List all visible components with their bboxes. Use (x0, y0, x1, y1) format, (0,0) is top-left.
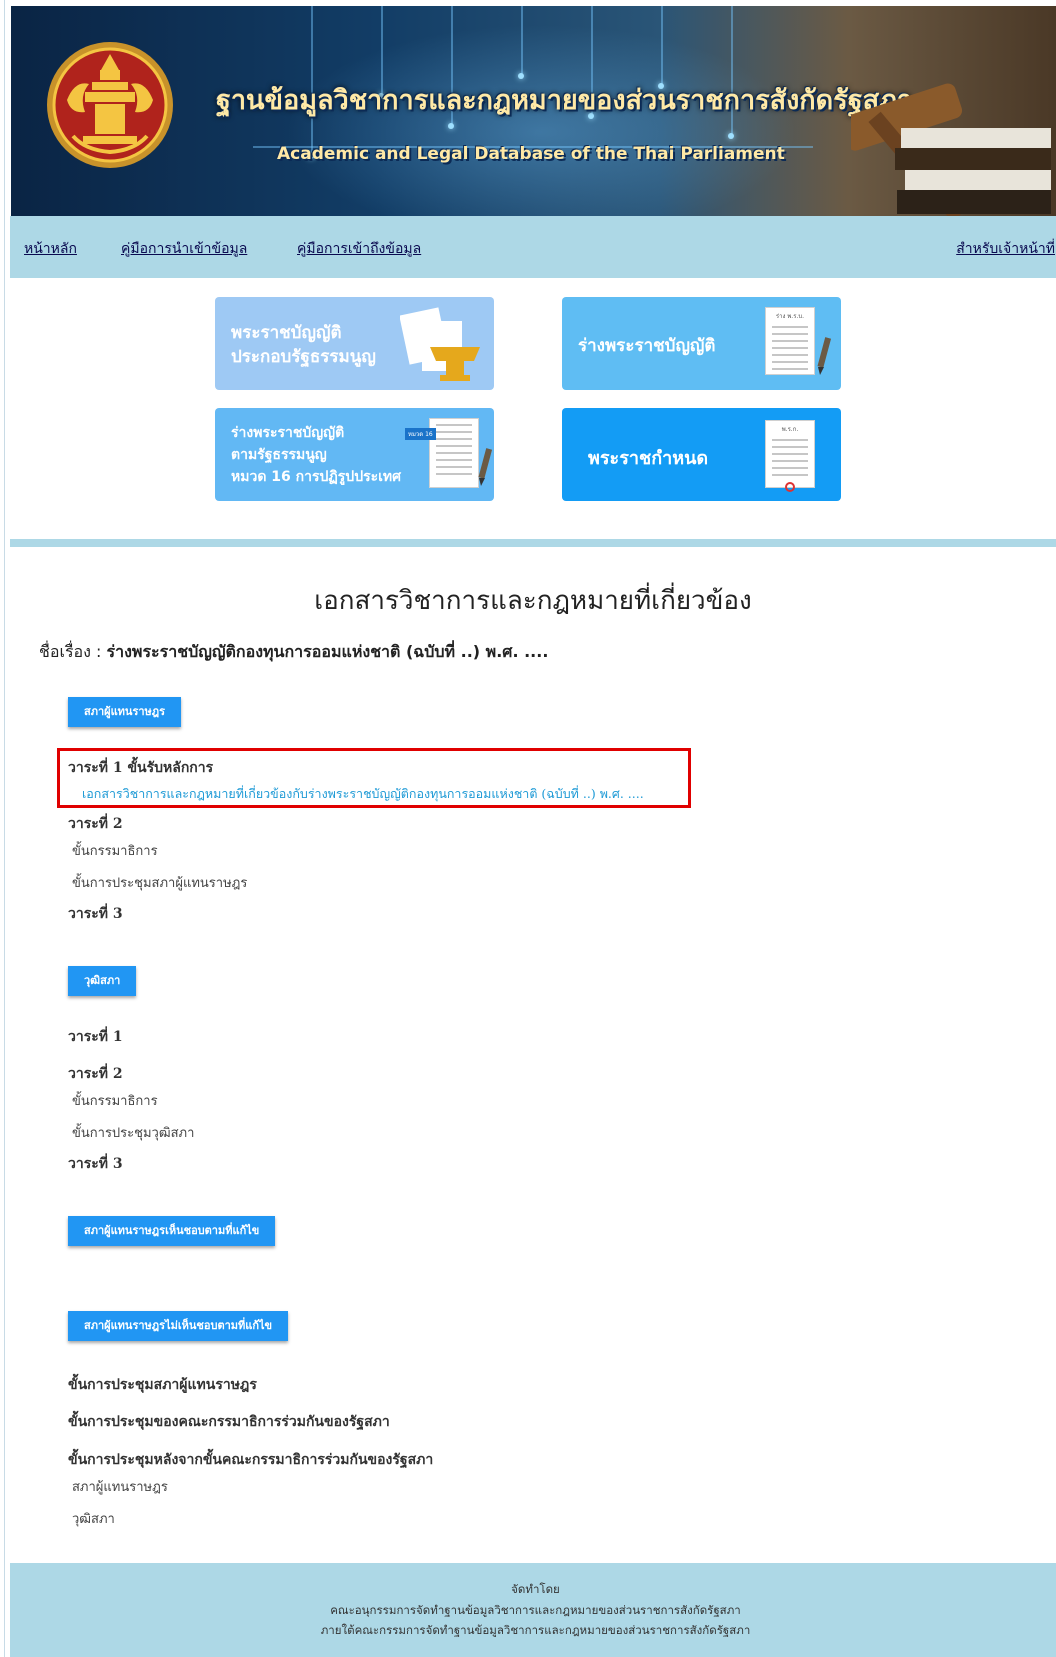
tile-organic-act[interactable]: พระราชบัญญัติ ประกอบรัฐธรรมนูญ (215, 297, 494, 390)
tile-draft-act-chapter16-line3: หมวด 16 การปฏิรูปประเทศ (231, 469, 402, 485)
footer: จัดทำโดย คณะอนุกรรมการจัดทำฐานข้อมูลวิชา… (10, 1563, 1056, 1657)
disagree-stage-after-joint-committee: ขั้นการประชุมหลังจากขั้นคณะกรรมาธิการร่ว… (68, 1452, 434, 1468)
pen-icon (478, 448, 493, 486)
tile-organic-act-line2: ประกอบรัฐธรรมนูญ (231, 347, 376, 367)
document-icon-label: ร่าง พ.ร.บ. (775, 313, 805, 320)
disagree-stage-house-meeting: ขั้นการประชุมสภาผู้แทนราษฎร (68, 1377, 257, 1393)
house-reading-2: วาระที่ 2 (68, 816, 123, 832)
nav-staff-link[interactable]: สำหรับเจ้าหน้าที่ (956, 238, 1055, 260)
nav-import-guide-link[interactable]: คู่มือการนำเข้าข้อมูล (121, 238, 247, 260)
house-disagree-amendment-button[interactable]: สภาผู้แทนราษฎรไม่เห็นชอบตามที่แก้ไข (68, 1311, 289, 1341)
banner-dot (448, 123, 454, 129)
senate-button[interactable]: วุฒิสภา (68, 966, 137, 996)
house-of-representatives-button[interactable]: สภาผู้แทนราษฎร (68, 697, 182, 727)
house-reading-3: วาระที่ 3 (68, 906, 123, 922)
nav-access-guide-link[interactable]: คู่มือการเข้าถึงข้อมูล (297, 238, 421, 260)
document-icon: ร่าง พ.ร.บ. (765, 307, 815, 375)
house-reading-1: วาระที่ 1 ขั้นรับหลักการ (68, 760, 214, 776)
document-pedestal-icon (400, 307, 480, 381)
tile-royal-decree[interactable]: พระราชกำหนด พ.ร.ก. (562, 408, 841, 501)
subject-label: ชื่อเรื่อง : (39, 642, 107, 661)
section-title: เอกสารวิชาการและกฎหมายที่เกี่ยวข้อง (314, 586, 752, 616)
document-icon: พ.ร.ก. (765, 420, 815, 492)
disagree-stage-after-senate: วุฒิสภา (72, 1512, 115, 1527)
banner-title-en: Academic and Legal Database of the Thai … (277, 144, 785, 164)
tile-draft-act-chapter16-line2: ตามรัฐธรรมนูญ (231, 447, 327, 463)
house-agree-amendment-button[interactable]: สภาผู้แทนราษฎรเห็นชอบตามที่แก้ไข (68, 1216, 276, 1246)
header-banner: ฐานข้อมูลวิชาการและกฎหมายของส่วนราชการสั… (11, 6, 1056, 216)
tile-draft-act-chapter16-line1: ร่างพระราชบัญญัติ (231, 425, 345, 441)
section-divider (10, 539, 1056, 547)
banner-title-th: ฐานข้อมูลวิชาการและกฎหมายของส่วนราชการสั… (216, 85, 913, 116)
nav-home-link[interactable]: หน้าหลัก (24, 238, 77, 260)
tile-draft-act-label: ร่างพระราชบัญญัติ (578, 336, 716, 356)
senate-reading-2-committee: ขั้นกรรมาธิการ (72, 1094, 158, 1109)
document-icon (429, 418, 479, 488)
house-reading-2-meeting: ขั้นการประชุมสภาผู้แทนราษฎร (72, 876, 248, 891)
footer-line-2: คณะอนุกรรมการจัดทำฐานข้อมูลวิชาการและกฎห… (330, 1603, 741, 1617)
banner-circuit-line (661, 6, 663, 86)
footer-line-3: ภายใต้คณะกรรมการจัดทำฐานข้อมูลวิชาการและ… (320, 1623, 751, 1637)
house-reading-1-document-link[interactable]: เอกสารวิชาการและกฎหมายที่เกี่ยวข้องกับร่… (82, 784, 644, 804)
footer-line-1: จัดทำโดย (511, 1582, 560, 1596)
senate-reading-1: วาระที่ 1 (68, 1029, 123, 1045)
books-icon (895, 128, 1051, 214)
subject-line: ชื่อเรื่อง : ร่างพระราชบัญญัติกองทุนการอ… (39, 640, 548, 665)
tile-draft-act-chapter16[interactable]: ร่างพระราชบัญญัติ ตามรัฐธรรมนูญ หมวด 16 … (215, 408, 494, 501)
pen-icon (817, 337, 832, 375)
disagree-stage-joint-committee: ขั้นการประชุมของคณะกรรมาธิการร่วมกันของร… (68, 1414, 390, 1430)
subject-value: ร่างพระราชบัญญัติกองทุนการออมแห่งชาติ (ฉ… (106, 642, 549, 661)
senate-reading-3: วาระที่ 3 (68, 1156, 123, 1172)
tile-royal-decree-label: พระราชกำหนด (588, 448, 709, 469)
chapter16-badge: หมวด 16 (405, 428, 436, 440)
top-navigation: หน้าหลัก คู่มือการนำเข้าข้อมูล คู่มือการ… (10, 216, 1056, 278)
banner-dot (728, 133, 734, 139)
page: ฐานข้อมูลวิชาการและกฎหมายของส่วนราชการสั… (4, 0, 1056, 1657)
tile-draft-act[interactable]: ร่างพระราชบัญญัติ ร่าง พ.ร.บ. (562, 297, 841, 390)
banner-circuit-line (521, 6, 523, 76)
thai-parliament-emblem-icon (47, 42, 173, 168)
document-icon-label: พ.ร.ก. (781, 426, 799, 433)
senate-reading-2-meeting: ขั้นการประชุมวุฒิสภา (72, 1126, 195, 1141)
house-reading-2-committee: ขั้นกรรมาธิการ (72, 844, 158, 859)
disagree-stage-after-house: สภาผู้แทนราษฎร (72, 1480, 168, 1495)
tile-organic-act-line1: พระราชบัญญัติ (231, 323, 342, 343)
senate-reading-2: วาระที่ 2 (68, 1066, 123, 1082)
